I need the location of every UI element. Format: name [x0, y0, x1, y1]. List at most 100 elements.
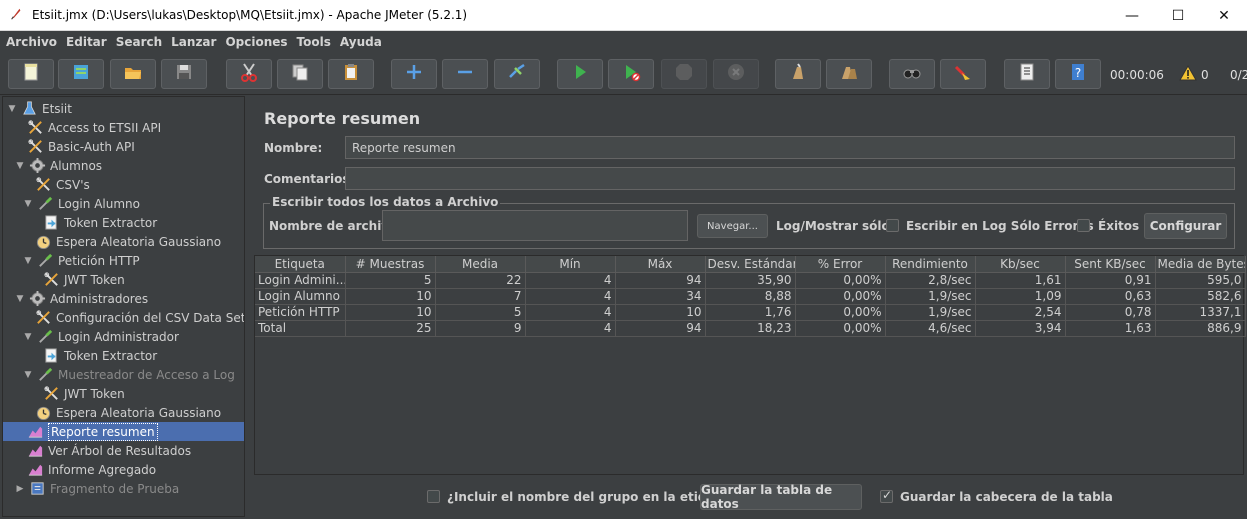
function-helper-button[interactable] [1004, 59, 1050, 89]
tree-node[interactable]: ▼ Alumnos [14, 156, 102, 175]
name-field[interactable]: Reporte resumen [345, 136, 1235, 159]
collapse-button[interactable] [442, 59, 488, 89]
column-header[interactable]: # Muestras [345, 256, 436, 273]
menu-archivo[interactable]: Archivo [6, 35, 57, 49]
column-header[interactable]: Kb/sec [975, 256, 1066, 273]
menu-lanzar[interactable]: Lanzar [171, 35, 216, 49]
shutdown-button[interactable] [713, 59, 759, 89]
expand-button[interactable] [391, 59, 437, 89]
column-header[interactable]: Rendimiento [885, 256, 976, 273]
tree-node[interactable]: Token Extractor [42, 213, 157, 232]
save-button[interactable] [161, 59, 207, 89]
column-header[interactable]: Media de Bytes [1155, 256, 1246, 273]
table-cell: 595,0 [1155, 272, 1246, 289]
save-table-button[interactable]: Guardar la tabla de datos [700, 483, 862, 511]
table-cell: 0,00% [795, 304, 886, 321]
panel-title: Reporte resumen [264, 109, 421, 128]
close-button[interactable]: ✕ [1201, 0, 1247, 31]
table-row[interactable]: Login Admini... 5 22 4 94 35,90 0,00% 2,8/sec 1,… [255, 272, 1246, 289]
menu-tools[interactable]: Tools [297, 35, 331, 49]
column-header[interactable]: Sent KB/sec [1065, 256, 1156, 273]
test-plan-tree[interactable]: ▼ Etsiit Access to ETSII API Basic-Auth API… [2, 96, 245, 517]
tree-node[interactable]: Informe Agregado [26, 460, 156, 479]
warnings-indicator[interactable]: 0 [1179, 64, 1209, 84]
tree-node-label: Ver Árbol de Resultados [48, 443, 192, 458]
column-header[interactable]: % Error [795, 256, 886, 273]
tree-node[interactable]: Token Extractor [42, 346, 157, 365]
expand-toggle-icon[interactable]: ▼ [6, 104, 18, 114]
tree-node[interactable]: Ver Árbol de Resultados [26, 441, 191, 460]
open-button[interactable] [110, 59, 156, 89]
new-button[interactable] [8, 59, 54, 89]
toggle-button[interactable] [494, 59, 540, 89]
tree-node[interactable]: Basic-Auth API [26, 137, 135, 156]
column-header[interactable]: Media [435, 256, 526, 273]
table-row[interactable]: Total 25 9 4 94 18,23 0,00% 4,6/sec 3,94 1,63 886,… [255, 320, 1246, 337]
tree-node[interactable]: ▼ Petición HTTP [22, 251, 140, 270]
errors-only-checkbox[interactable] [886, 219, 899, 232]
summary-table[interactable]: Etiqueta # Muestras Media Mín Máx Desv. Están… [254, 255, 1246, 475]
column-header[interactable]: Desv. Estándar [705, 256, 796, 273]
help-button[interactable]: ? [1055, 59, 1101, 89]
search-button[interactable] [889, 59, 935, 89]
copy-button[interactable] [277, 59, 323, 89]
minimize-button[interactable]: — [1109, 0, 1155, 31]
collapse-toggle-icon[interactable]: ▶ [14, 484, 26, 494]
configure-button[interactable]: Configurar [1144, 213, 1227, 239]
table-row[interactable]: Login Alumno 10 7 4 34 8,88 0,00% 1,9/sec 1,09 0,… [255, 288, 1246, 305]
table-cell: 34 [615, 288, 706, 305]
column-header[interactable]: Máx [615, 256, 706, 273]
table-cell: 9 [435, 320, 526, 337]
menu-opciones[interactable]: Opciones [225, 35, 287, 49]
tree-node[interactable]: ▶ Fragmento de Prueba [14, 479, 180, 498]
filename-label: Nombre de archivo [269, 219, 398, 233]
expand-toggle-icon[interactable]: ▼ [22, 332, 34, 342]
stop-button[interactable] [661, 59, 707, 89]
cut-button[interactable] [226, 59, 272, 89]
column-header[interactable]: Mín [525, 256, 616, 273]
tree-node[interactable]: Access to ETSII API [26, 118, 161, 137]
table-row[interactable]: Petición HTTP 10 5 4 10 1,76 0,00% 1,9/sec 2,54 0… [255, 304, 1246, 321]
tree-node[interactable]: Espera Aleatoria Gaussiano [34, 232, 221, 251]
paste-button[interactable] [328, 59, 374, 89]
tree-node-label: Login Administrador [58, 329, 179, 344]
clear-all-button[interactable] [826, 59, 872, 89]
tree-node[interactable]: ▼ Muestreador de Acceso a Log [22, 365, 235, 384]
tree-node[interactable]: Reporte resumen [26, 422, 158, 441]
save-header-checkbox[interactable] [880, 488, 893, 503]
start-no-pause-button[interactable] [608, 59, 654, 89]
tree-node[interactable]: ▼ Administradores [14, 289, 148, 308]
expand-toggle-icon[interactable]: ▼ [14, 294, 26, 304]
clear-button[interactable] [775, 59, 821, 89]
tree-node[interactable]: ▼ Login Administrador [22, 327, 179, 346]
tree-node[interactable]: Configuración del CSV Data Set [34, 308, 244, 327]
menu-ayuda[interactable]: Ayuda [340, 35, 382, 49]
tree-node[interactable]: JWT Token [42, 384, 125, 403]
comments-field[interactable] [345, 167, 1235, 190]
successes-checkbox[interactable] [1077, 219, 1090, 232]
expand-toggle-icon[interactable]: ▼ [22, 370, 34, 380]
expand-toggle-icon[interactable]: ▼ [22, 256, 34, 266]
tree-node[interactable]: CSV's [34, 175, 90, 194]
maximize-button[interactable]: ☐ [1155, 0, 1201, 31]
expand-toggle-icon[interactable]: ▼ [14, 161, 26, 171]
extractor-icon [42, 347, 60, 365]
menu-editar[interactable]: Editar [66, 35, 107, 49]
tree-node[interactable]: ▼ Etsiit [6, 99, 72, 118]
browse-button[interactable]: Navegar... [697, 214, 768, 238]
filename-field[interactable] [382, 210, 688, 241]
menu-search[interactable]: Search [116, 35, 162, 49]
column-header[interactable]: Etiqueta [255, 256, 346, 273]
table-cell: 0,00% [795, 288, 886, 305]
log-only-label: Log/Mostrar sólo: [776, 219, 895, 233]
tree-node[interactable]: JWT Token [42, 270, 125, 289]
templates-button[interactable] [58, 59, 104, 89]
tree-node[interactable]: Espera Aleatoria Gaussiano [34, 403, 221, 422]
tree-node[interactable]: ▼ Login Alumno [22, 194, 140, 213]
listener-icon [26, 461, 44, 479]
include-group-checkbox[interactable] [427, 490, 440, 503]
reset-search-button[interactable] [940, 59, 986, 89]
copy-icon [289, 61, 311, 87]
expand-toggle-icon[interactable]: ▼ [22, 199, 34, 209]
start-button[interactable] [557, 59, 603, 89]
